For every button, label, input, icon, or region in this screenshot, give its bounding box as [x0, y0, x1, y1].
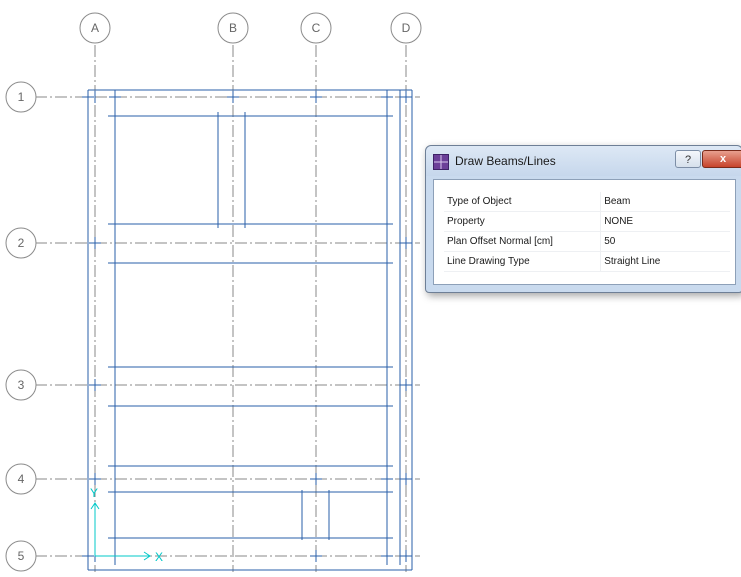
draw-beams-dialog[interactable]: Draw Beams/Lines ? x Type of Object Beam… [425, 145, 741, 293]
help-button[interactable]: ? [675, 150, 701, 168]
property-label: Line Drawing Type [444, 251, 601, 272]
axis-x-label: X [155, 550, 163, 564]
grid-bubble-2[interactable]: 2 [5, 227, 37, 259]
property-row-type-of-object[interactable]: Type of Object Beam [444, 192, 730, 212]
property-row-property[interactable]: Property NONE [444, 211, 730, 232]
dialog-title: Draw Beams/Lines [455, 154, 556, 168]
grid-bubble-1[interactable]: 1 [5, 81, 37, 113]
coordinate-axis-icon: Y X [90, 486, 163, 564]
tick [109, 115, 393, 539]
close-button[interactable]: x [702, 150, 741, 168]
svg-text:4: 4 [18, 472, 25, 486]
type-of-object-value[interactable]: Beam [600, 192, 730, 212]
svg-text:2: 2 [18, 236, 25, 250]
property-value[interactable]: NONE [600, 211, 730, 232]
svg-text:B: B [229, 21, 237, 35]
property-row-line-drawing-type[interactable]: Line Drawing Type Straight Line [444, 251, 730, 272]
svg-text:3: 3 [18, 378, 25, 392]
property-row-plan-offset[interactable]: Plan Offset Normal [cm] 50 [444, 231, 730, 252]
grid-bubble-3[interactable]: 3 [5, 369, 37, 401]
grid-bubble-A[interactable]: A [79, 12, 111, 44]
intersection-ticks [82, 91, 412, 562]
svg-text:1: 1 [18, 90, 25, 104]
svg-text:D: D [402, 21, 411, 35]
property-label: Type of Object [444, 192, 601, 212]
beam-lines [87, 89, 413, 571]
grid-bubble-4[interactable]: 4 [5, 463, 37, 495]
grid-bubble-5[interactable]: 5 [5, 540, 37, 572]
grid-bubble-C[interactable]: C [300, 12, 332, 44]
properties-table: Type of Object Beam Property NONE Plan O… [444, 192, 730, 272]
svg-text:A: A [91, 21, 99, 35]
grid-bubble-B[interactable]: B [217, 12, 249, 44]
dialog-body: Type of Object Beam Property NONE Plan O… [433, 179, 736, 285]
property-label: Plan Offset Normal [cm] [444, 231, 601, 252]
dialog-titlebar[interactable]: Draw Beams/Lines ? x [426, 146, 741, 176]
plan-offset-value[interactable]: 50 [600, 231, 730, 252]
svg-text:5: 5 [18, 549, 25, 563]
svg-text:C: C [312, 21, 321, 35]
grid-bubble-D[interactable]: D [390, 12, 422, 44]
line-drawing-type-value[interactable]: Straight Line [600, 251, 730, 272]
grid-app-icon [433, 154, 449, 170]
column-grid-lines [94, 45, 407, 572]
axis-y-label: Y [90, 486, 98, 500]
row-bubbles: 1 2 3 4 5 [5, 81, 37, 572]
property-label: Property [444, 211, 601, 232]
column-bubbles: A B C D [79, 12, 422, 44]
